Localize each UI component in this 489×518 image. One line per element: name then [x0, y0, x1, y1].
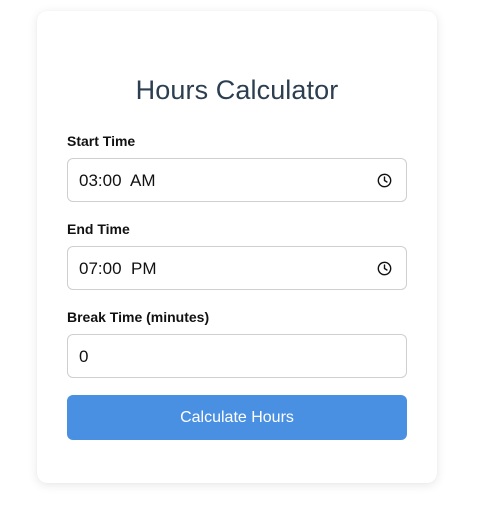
start-time-input[interactable]: 03:00 AM: [67, 158, 407, 202]
break-time-value: 0: [79, 347, 89, 366]
calculate-hours-button[interactable]: Calculate Hours: [67, 395, 407, 440]
break-time-label: Break Time (minutes): [67, 309, 210, 325]
end-time-value: 07:00 PM: [79, 259, 157, 278]
start-time-value: 03:00 AM: [79, 171, 156, 190]
end-time-label: End Time: [67, 221, 130, 237]
end-time-input[interactable]: 07:00 PM: [67, 246, 407, 290]
calculator-card: Hours Calculator Start Time 03:00 AM End…: [37, 11, 437, 483]
start-time-label: Start Time: [67, 133, 136, 149]
page-title: Hours Calculator: [135, 75, 339, 105]
break-time-input[interactable]: 0: [67, 334, 407, 378]
clock-icon[interactable]: [377, 173, 392, 188]
clock-icon[interactable]: [377, 261, 392, 276]
